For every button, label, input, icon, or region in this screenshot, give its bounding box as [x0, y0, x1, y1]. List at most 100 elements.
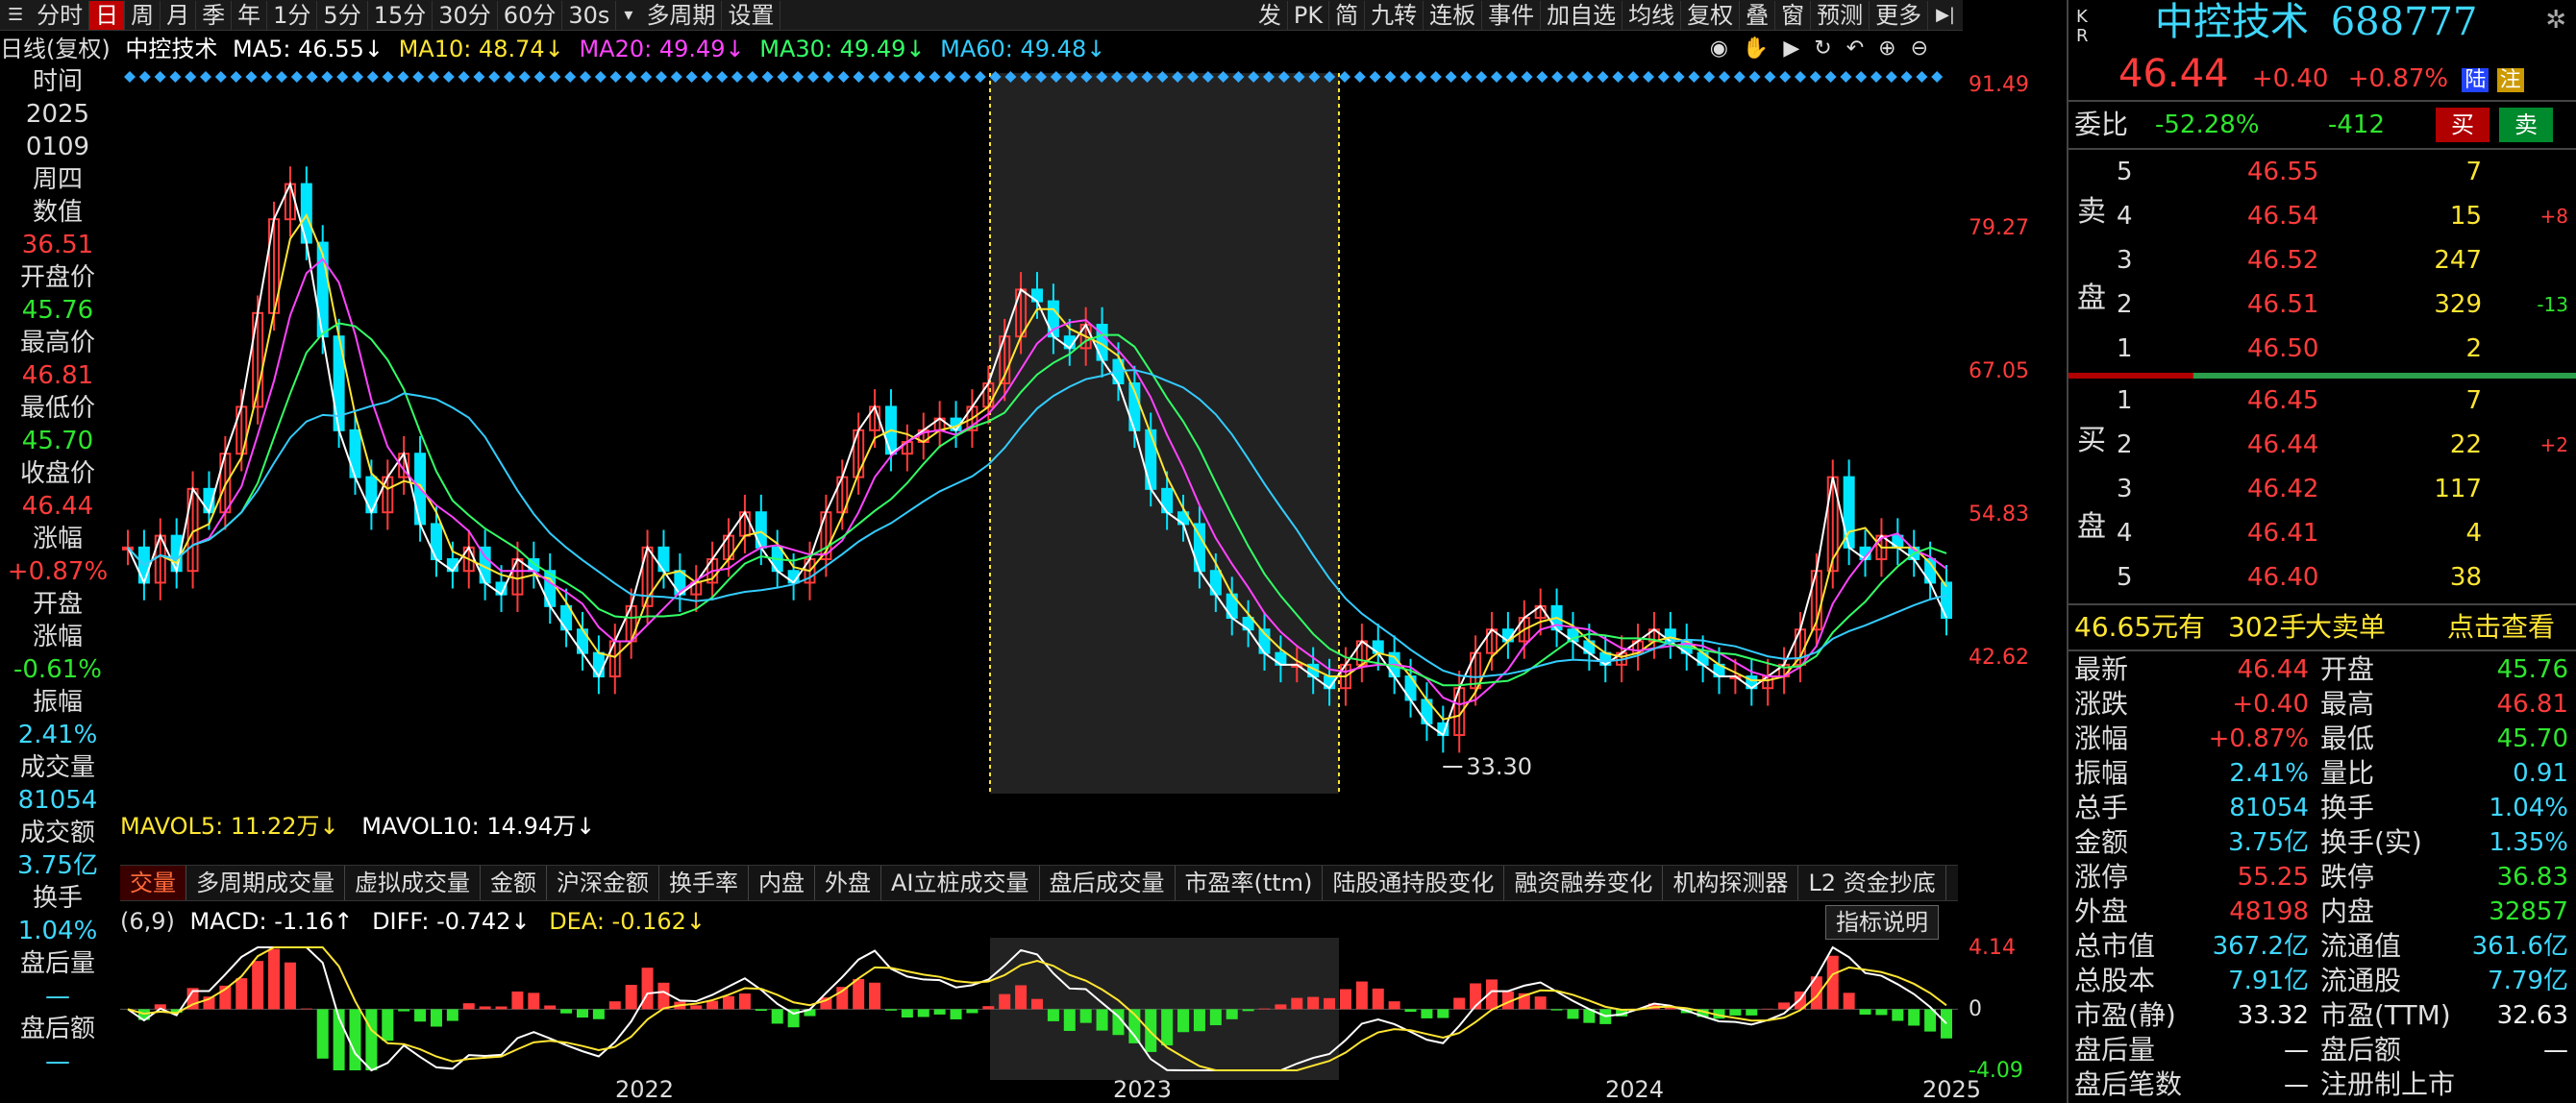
event-marker[interactable] — [837, 71, 850, 83]
event-marker[interactable] — [929, 71, 941, 83]
collapse-icon[interactable]: ▶| — [1928, 5, 1963, 25]
period-button[interactable]: 60分 — [498, 0, 563, 30]
period-button[interactable]: 周 — [125, 0, 161, 30]
event-marker[interactable] — [1551, 71, 1564, 83]
event-marker[interactable] — [853, 71, 865, 83]
indicator-tab[interactable]: 融资融券变化 — [1504, 866, 1664, 900]
indicator-tab[interactable]: 机构探测器 — [1663, 866, 1799, 900]
event-marker[interactable] — [1733, 71, 1746, 83]
indicator-tab[interactable]: 陆股通持股变化 — [1323, 866, 1505, 900]
event-marker[interactable] — [169, 71, 182, 83]
event-marker[interactable] — [1824, 71, 1837, 83]
event-marker[interactable] — [609, 71, 622, 83]
indicator-tab[interactable]: L2 资金抄底 — [1798, 866, 1946, 900]
event-marker[interactable] — [382, 71, 394, 83]
event-marker[interactable] — [533, 71, 546, 83]
event-marker[interactable] — [200, 71, 211, 83]
period-button[interactable]: 30分 — [433, 0, 498, 30]
event-marker[interactable] — [1764, 71, 1776, 83]
event-marker[interactable] — [807, 71, 819, 83]
period-button[interactable]: 30s — [562, 0, 617, 30]
event-marker[interactable] — [1369, 71, 1381, 83]
event-marker[interactable] — [898, 71, 910, 83]
event-marker[interactable] — [1384, 71, 1397, 83]
event-marker[interactable] — [1900, 71, 1913, 83]
toolbar-button[interactable]: 多周期 — [640, 0, 723, 30]
zoom-out-icon[interactable]: ⊖ — [1911, 37, 1928, 61]
event-marker[interactable] — [260, 71, 273, 83]
event-marker[interactable] — [1931, 71, 1944, 83]
toolbar-tool-button[interactable]: 复权 — [1681, 0, 1741, 30]
indicator-help-button[interactable]: 指标说明 — [1825, 905, 1939, 940]
event-marker[interactable] — [731, 71, 743, 83]
period-button[interactable]: 年 — [232, 0, 268, 30]
indicator-tab[interactable]: 市盈率(ttm) — [1176, 866, 1324, 900]
event-marker[interactable] — [1353, 71, 1366, 83]
indicator-tab[interactable]: 换手率 — [659, 866, 749, 900]
event-marker[interactable] — [761, 71, 774, 83]
indicator-tab[interactable]: 多周期成交量 — [186, 866, 345, 900]
kline-chart[interactable]: 33.30 — [120, 65, 1958, 805]
event-marker[interactable] — [913, 71, 926, 83]
event-marker[interactable] — [1855, 71, 1868, 83]
event-marker[interactable] — [276, 71, 287, 83]
toolbar-tool-button[interactable]: 九转 — [1365, 0, 1424, 30]
toolbar-tool-button[interactable]: PK — [1288, 0, 1330, 30]
event-marker[interactable] — [1445, 71, 1457, 83]
refresh-icon[interactable]: ↻ — [1814, 37, 1831, 61]
period-button[interactable]: 月 — [161, 0, 197, 30]
event-marker[interactable] — [792, 71, 805, 83]
event-marker[interactable] — [822, 71, 834, 83]
event-marker[interactable] — [1505, 71, 1518, 83]
indicator-tab[interactable]: 交量 — [120, 866, 186, 900]
event-marker[interactable] — [959, 71, 971, 83]
event-marker[interactable] — [746, 71, 758, 83]
event-marker[interactable] — [214, 71, 227, 83]
event-marker[interactable] — [412, 71, 425, 83]
event-marker[interactable] — [1460, 71, 1473, 83]
toolbar-tool-button[interactable]: 均线 — [1622, 0, 1682, 30]
toolbar-tool-button[interactable]: 更多 — [1870, 0, 1929, 30]
event-marker[interactable] — [185, 71, 197, 83]
range-selection-zone[interactable] — [990, 73, 1339, 794]
event-marker[interactable] — [944, 71, 956, 83]
event-marker[interactable] — [1491, 71, 1502, 83]
event-marker[interactable] — [1415, 71, 1426, 83]
event-marker[interactable] — [352, 71, 363, 83]
event-marker[interactable] — [1719, 71, 1730, 83]
menu-icon[interactable]: ☰ — [0, 5, 31, 25]
event-marker[interactable] — [306, 71, 318, 83]
event-marker[interactable] — [230, 71, 242, 83]
event-marker[interactable] — [1627, 71, 1640, 83]
event-marker[interactable] — [1597, 71, 1609, 83]
toolbar-tool-button[interactable]: 连板 — [1424, 0, 1483, 30]
event-marker[interactable] — [594, 71, 607, 83]
play-icon[interactable]: ▶ — [1783, 37, 1799, 61]
event-marker[interactable] — [1703, 71, 1716, 83]
event-marker[interactable] — [366, 71, 379, 83]
event-marker[interactable] — [1840, 71, 1852, 83]
event-marker[interactable] — [336, 71, 349, 83]
event-marker[interactable] — [1885, 71, 1897, 83]
event-marker[interactable] — [1399, 71, 1412, 83]
period-button[interactable]: 分时 — [31, 0, 90, 30]
event-marker[interactable] — [1521, 71, 1533, 83]
event-marker[interactable] — [1779, 71, 1792, 83]
hand-icon[interactable]: ✋ — [1743, 37, 1769, 61]
event-marker[interactable] — [640, 71, 653, 83]
event-marker[interactable] — [321, 71, 334, 83]
event-marker[interactable] — [564, 71, 577, 83]
big-order-link[interactable]: 点击查看 — [2447, 607, 2555, 648]
event-marker[interactable] — [154, 71, 166, 83]
event-marker[interactable] — [428, 71, 439, 83]
settings-icon[interactable]: ✲ — [2545, 6, 2566, 35]
event-marker[interactable] — [518, 71, 531, 83]
event-marker[interactable] — [124, 71, 136, 83]
event-marker[interactable] — [245, 71, 258, 83]
event-marker[interactable] — [685, 71, 698, 83]
event-marker[interactable] — [1475, 71, 1488, 83]
event-marker[interactable] — [656, 71, 667, 83]
event-marker[interactable] — [1870, 71, 1882, 83]
zoom-in-icon[interactable]: ⊕ — [1878, 37, 1895, 61]
event-marker[interactable] — [777, 71, 789, 83]
